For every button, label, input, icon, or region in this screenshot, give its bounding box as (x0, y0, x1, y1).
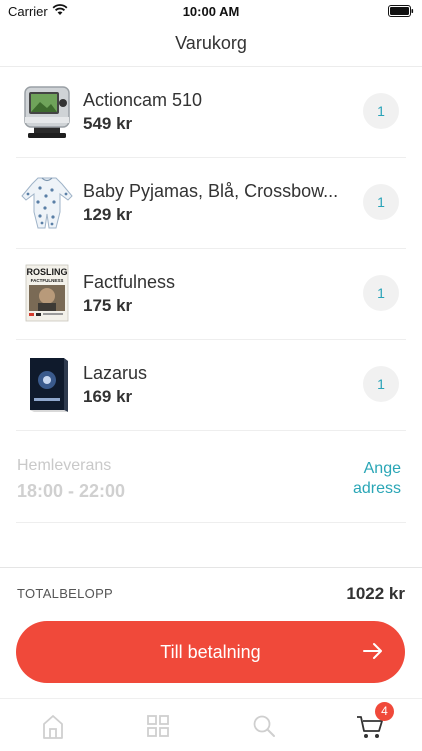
delivery-divider (16, 522, 406, 523)
cart-item-factfulness[interactable]: ROSLING FACTFULNESS Factfulness 175 kr 1 (16, 249, 406, 340)
checkout-label: Till betalning (160, 642, 261, 662)
cart-item-lazarus[interactable]: Lazarus 169 kr 1 (16, 340, 406, 431)
total-label: TOTALBELOPP (17, 586, 114, 601)
item-price: 129 kr (83, 205, 133, 224)
checkout-button[interactable]: Till betalning (16, 621, 405, 683)
clock: 10:00 AM (182, 4, 240, 19)
battery-icon (388, 5, 414, 17)
cart-item-baby-pyjamas[interactable]: Baby Pyjamas, Blå, Crossbow... 129 kr 1 (16, 158, 406, 249)
cart-item-actioncam[interactable]: Actioncam 510 549 kr 1 (16, 67, 406, 158)
delivery-time: 18:00 - 22:00 (17, 481, 126, 501)
item-divider (16, 430, 406, 431)
summary-divider (0, 567, 422, 568)
change-address-link[interactable]: Ange adress (341, 459, 401, 499)
total-value: 1022 kr (346, 584, 405, 603)
book-cover-title: FACTFULNESS (31, 278, 64, 283)
item-name: Factfulness (83, 272, 176, 292)
status-bar: Carrier 10:00 AM (0, 0, 422, 22)
quantity-button[interactable]: 1 (363, 184, 399, 220)
quantity-button[interactable]: 1 (363, 93, 399, 129)
delivery-type: Hemleverans (17, 457, 112, 474)
home-icon[interactable] (38, 711, 68, 741)
item-price: 169 kr (83, 387, 133, 406)
item-price: 175 kr (83, 296, 133, 315)
quantity-button[interactable]: 1 (363, 366, 399, 402)
search-icon[interactable] (249, 711, 279, 741)
item-name: Actioncam 510 (83, 90, 203, 110)
change-address-line2: adress (352, 480, 401, 497)
book-cover-author: ROSLING (26, 267, 67, 277)
baby-pyjamas-icon (21, 177, 73, 229)
delivery-section: Hemleverans 18:00 - 22:00 Ange adress (16, 432, 406, 523)
tab-bar (0, 698, 422, 751)
book-lazarus-icon (30, 358, 68, 412)
page-title: Varukorg (175, 33, 247, 53)
arrow-right-icon (363, 643, 382, 659)
book-factfulness-icon: ROSLING FACTFULNESS (25, 264, 69, 322)
change-address-line1: Ange (363, 460, 401, 477)
item-price: 549 kr (83, 114, 133, 133)
cart-badge: 4 (375, 702, 394, 721)
item-name: Baby Pyjamas, Blå, Crossbow... (83, 181, 339, 201)
action-camera-icon (24, 86, 70, 138)
item-name: Lazarus (83, 363, 148, 383)
quantity-button[interactable]: 1 (363, 275, 399, 311)
grid-icon[interactable] (143, 711, 173, 741)
